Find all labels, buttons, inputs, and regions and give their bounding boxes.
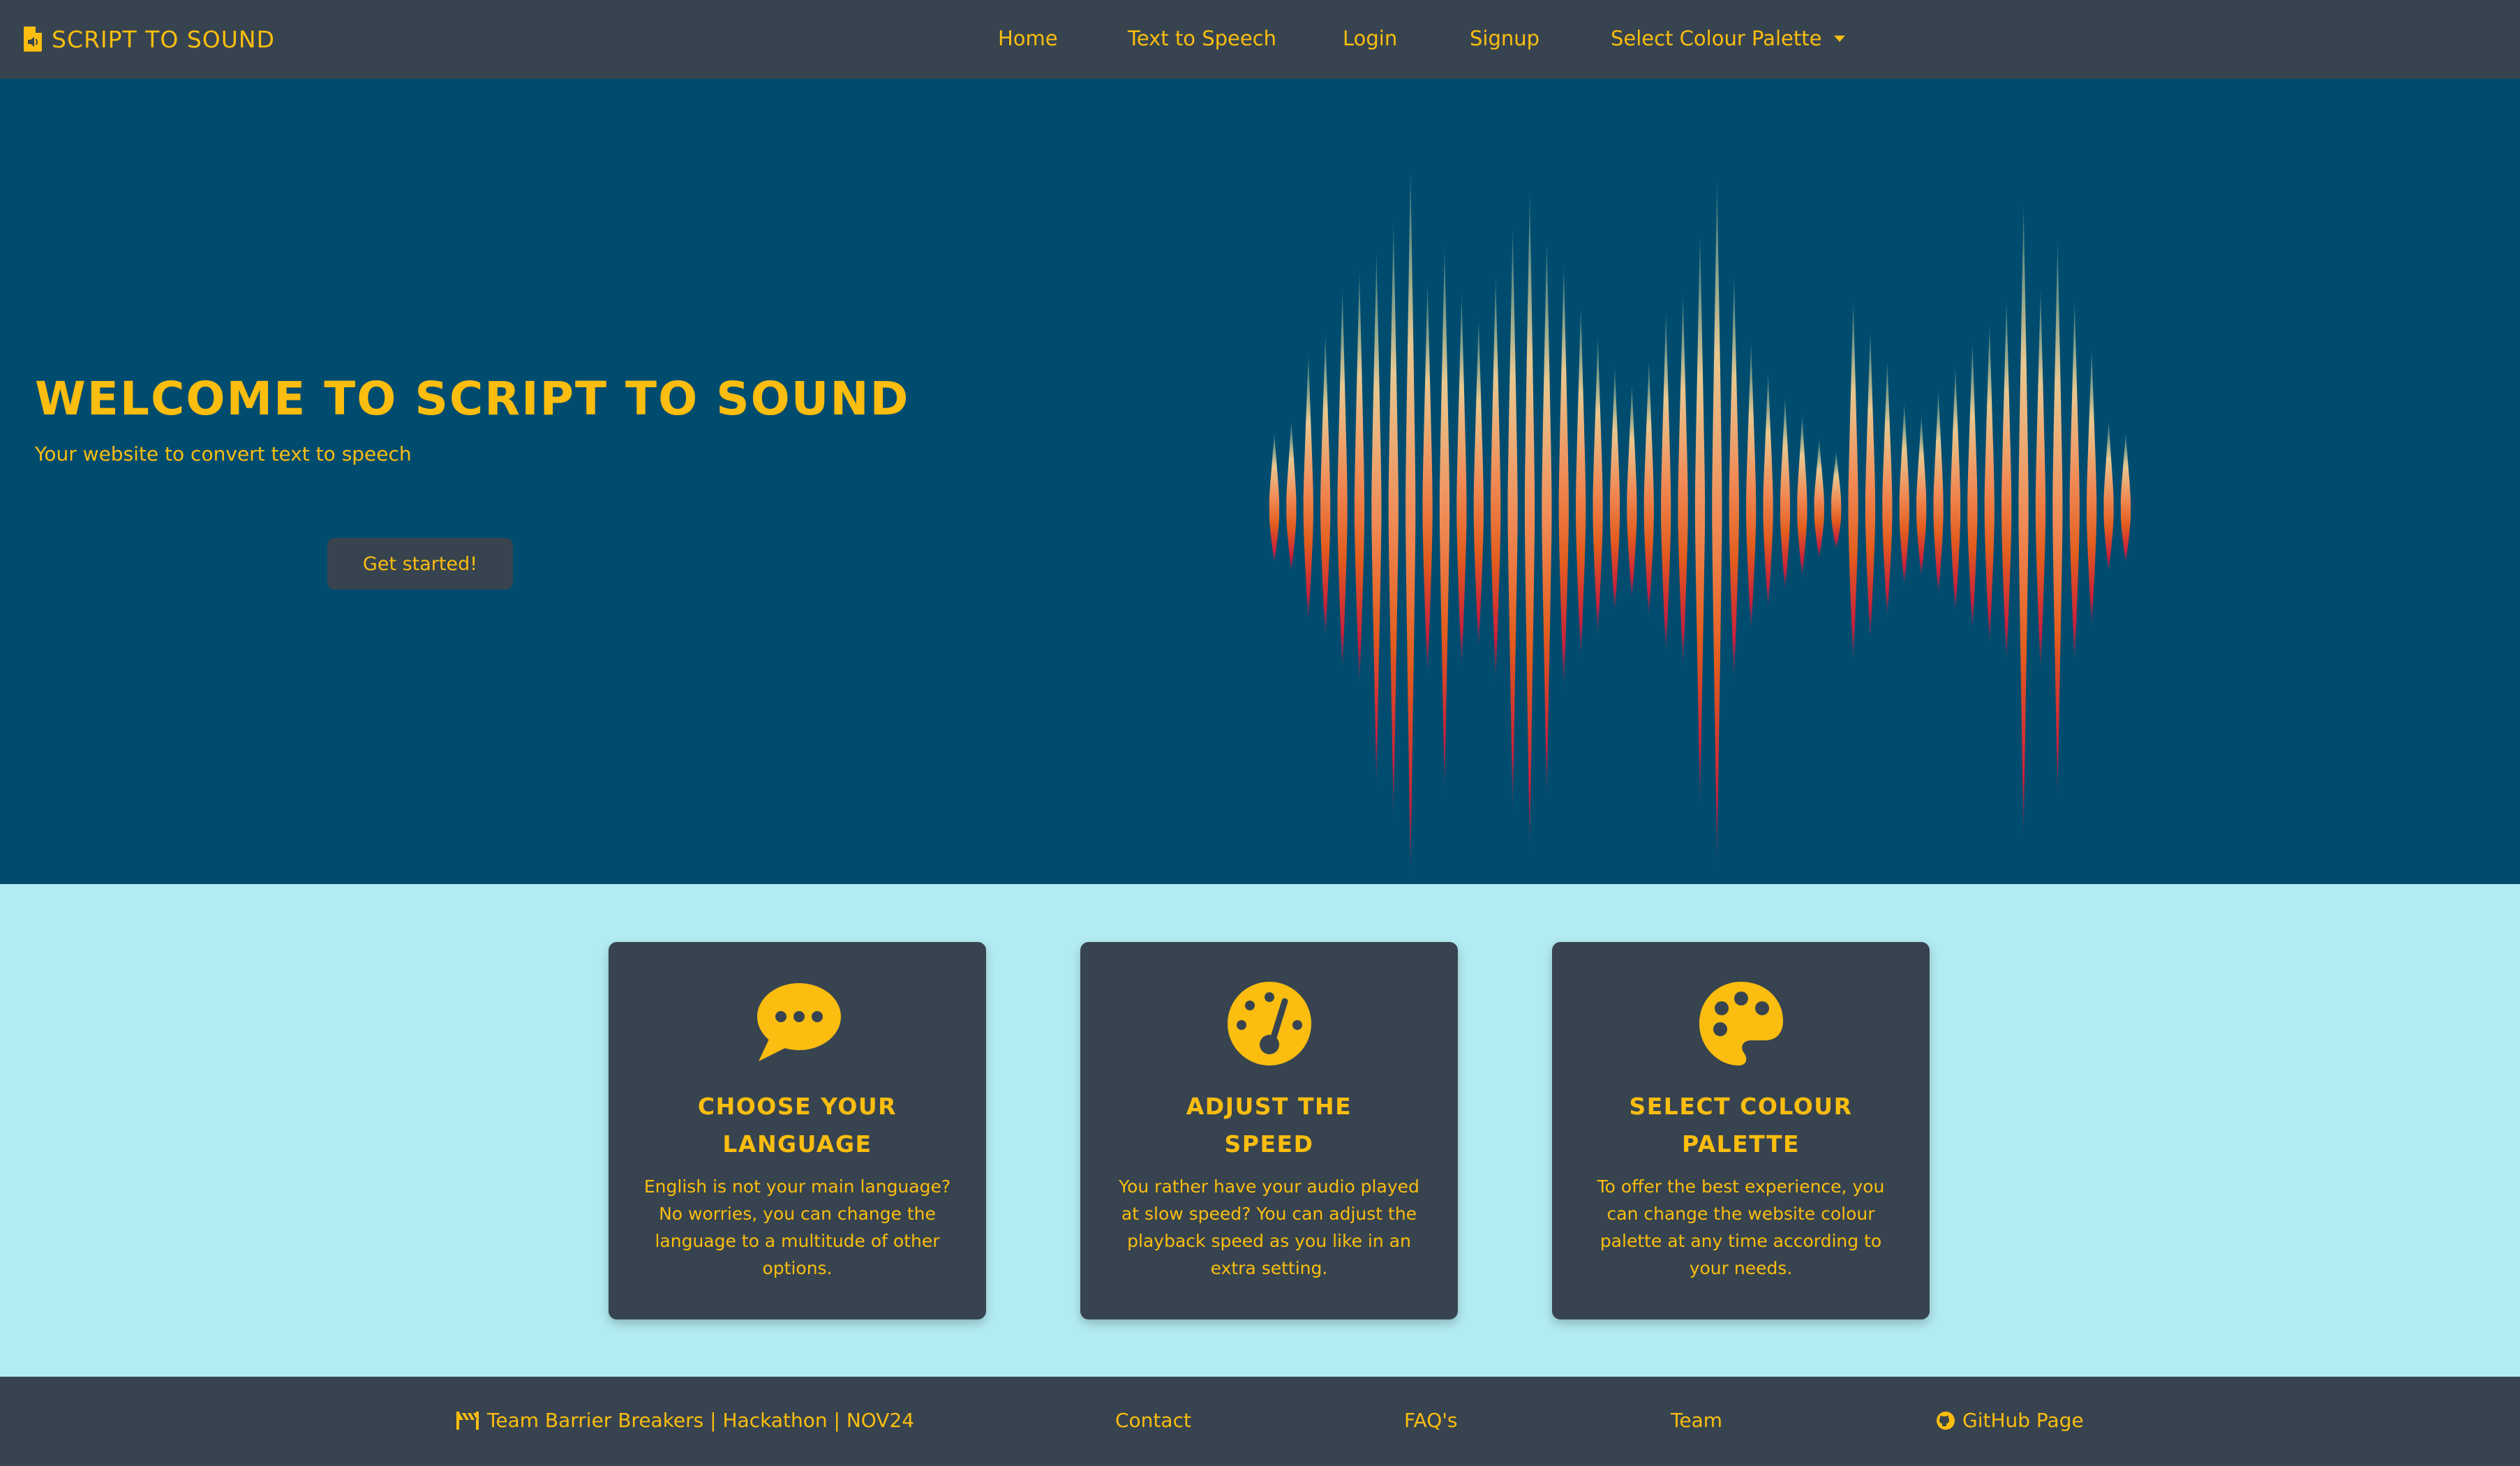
waveform-bar (1388, 222, 1399, 823)
feature-card-language: CHOOSE YOUR LANGUAGE English is not your… (609, 942, 986, 1319)
waveform-bar (1933, 391, 1944, 596)
waveform-bar (1269, 433, 1280, 564)
nav-home[interactable]: Home (998, 27, 1058, 50)
waveform-bar (1439, 246, 1450, 796)
navbar: SCRIPT TO SOUND Home Text to Speech Logi… (0, 0, 2520, 79)
github-icon (1937, 1411, 1955, 1430)
waveform-bar (1967, 343, 1978, 632)
speech-bubble-icon (756, 982, 841, 1061)
nav-login[interactable]: Login (1343, 27, 1397, 50)
waveform-bar (2120, 433, 2131, 564)
waveform-bar (1491, 276, 1501, 682)
feature-card-speed: ADJUST THE SPEED You rather have your au… (1080, 942, 1458, 1319)
waveform-bar (1916, 414, 1927, 578)
feature-description: To offer the best experience, you can ch… (1597, 1176, 1885, 1278)
feature-description: You rather have your audio played at slo… (1119, 1176, 1419, 1278)
waveform-bar (1507, 227, 1518, 816)
nav-colour-palette-label: Select Colour Palette (1611, 27, 1822, 50)
waveform-bar (1797, 414, 1807, 578)
waveform-bar (1524, 191, 1535, 856)
roadblock-icon (456, 1411, 479, 1430)
waveform-bar (1746, 343, 1757, 632)
nav-signup[interactable]: Signup (1470, 27, 1539, 50)
waveform-bar (1780, 397, 1791, 592)
waveform-bar (1865, 330, 1876, 641)
waveform-bar (1576, 306, 1586, 659)
hero-title: WELCOME TO SCRIPT TO SOUND (35, 372, 910, 426)
waveform-bar (1286, 421, 1297, 574)
waveform-bar (2052, 240, 2063, 803)
footer-team-credit: Team Barrier Breakers | Hackathon | NOV2… (455, 1409, 914, 1432)
feature-title: ADJUST THE SPEED (1186, 1092, 1352, 1158)
waveform-bar (1558, 264, 1569, 691)
footer-faq-link[interactable]: FAQ's (1404, 1409, 1458, 1432)
footer-contact-link[interactable]: Contact (1115, 1409, 1191, 1432)
hero-section: WELCOME TO SCRIPT TO SOUND Your website … (0, 79, 2520, 884)
waveform-bar (1729, 276, 1739, 682)
sound-waveform-image (1269, 167, 2131, 874)
waveform-bar (1763, 373, 1773, 610)
footer: Team Barrier Breakers | Hackathon | NOV2… (0, 1377, 2520, 1466)
waveform-bar (1473, 318, 1484, 650)
waveform-bar (1422, 282, 1433, 678)
waveform-bar (1303, 354, 1313, 623)
waveform-bar (1694, 234, 1706, 809)
footer-github-link[interactable]: GitHub Page (1936, 1409, 2084, 1432)
footer-team-text: Team Barrier Breakers | Hackathon | NOV2… (487, 1409, 915, 1432)
waveform-bars (1269, 167, 2131, 874)
waveform-bar (1406, 167, 1416, 874)
file-audio-icon (24, 27, 42, 52)
waveform-bar (1848, 300, 1858, 664)
waveform-bar (1643, 361, 1654, 619)
feature-card-palette: SELECT COLOUR PALETTE To offer the best … (1552, 942, 1930, 1319)
waveform-bar (1337, 288, 1348, 673)
features-section: CHOOSE YOUR LANGUAGE English is not your… (0, 884, 2520, 1377)
get-started-button[interactable]: Get started! (327, 538, 513, 590)
waveform-bar (2087, 348, 2097, 628)
brand-name: SCRIPT TO SOUND (52, 25, 275, 53)
waveform-bar (2035, 288, 2046, 673)
waveform-bar (1882, 361, 1893, 619)
nav-text-to-speech[interactable]: Text to Speech (1128, 27, 1276, 50)
waveform-bar (1609, 366, 1620, 614)
waveform-bar (2069, 300, 2080, 664)
waveform-bar (1814, 439, 1824, 560)
waveform-bar (1593, 336, 1603, 637)
waveform-bar (2103, 421, 2114, 574)
waveform-bar (1542, 240, 1552, 803)
waveform-bar (1712, 179, 1722, 869)
footer-team-link[interactable]: Team (1671, 1409, 1722, 1432)
footer-github-label: GitHub Page (1962, 1409, 2084, 1432)
feature-description: English is not your main language? No wo… (643, 1176, 951, 1278)
palette-icon (1699, 981, 1783, 1065)
nav-colour-palette-dropdown[interactable]: Select Colour Palette (1611, 27, 1846, 50)
waveform-bar (1320, 334, 1331, 639)
brand-link[interactable]: SCRIPT TO SOUND (24, 24, 275, 54)
waveform-bar (1678, 294, 1688, 668)
chevron-down-icon (1834, 35, 1846, 42)
waveform-bar (1371, 252, 1382, 790)
waveform-bar (1831, 451, 1842, 551)
waveform-bar (1950, 366, 1961, 614)
waveform-bar (2018, 204, 2029, 843)
waveform-bar (1627, 384, 1637, 601)
waveform-bar (1456, 294, 1467, 668)
waveform-bar (2001, 300, 2012, 664)
waveform-bar (1899, 403, 1909, 587)
waveform-bar (1984, 324, 1995, 646)
hero-subtitle: Your website to convert text to speech (35, 442, 412, 465)
feature-title: CHOOSE YOUR LANGUAGE (697, 1092, 897, 1158)
waveform-bar (1354, 270, 1365, 687)
gauge-icon (1227, 981, 1311, 1065)
feature-title: SELECT COLOUR PALETTE (1629, 1092, 1853, 1158)
waveform-bar (1661, 312, 1671, 655)
